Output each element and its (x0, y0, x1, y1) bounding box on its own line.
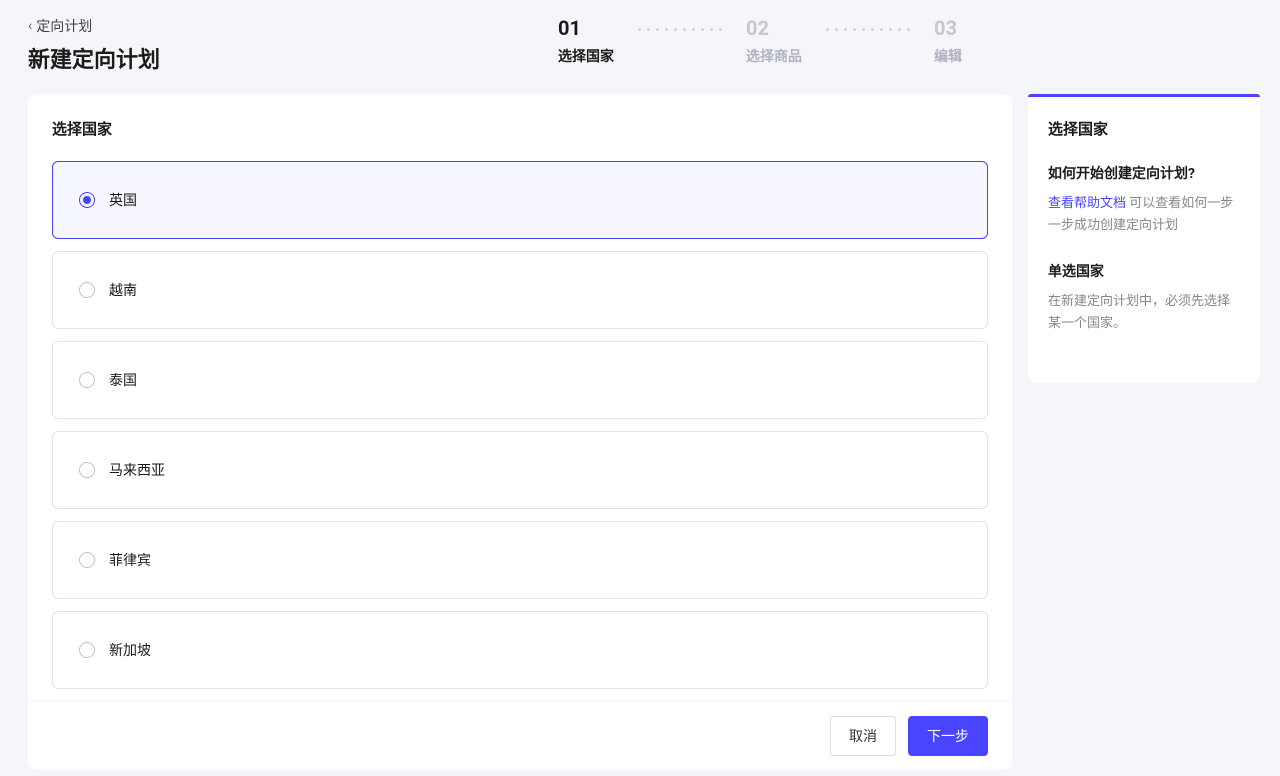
help-heading: 单选国家 (1048, 261, 1240, 281)
country-list: 英国 越南 泰国 马来西亚 菲律宾 新加坡 (52, 161, 988, 689)
help-section: 如何开始创建定向计划? 查看帮助文档 可以查看如何一步一步成功创建定向计划 (1048, 163, 1240, 237)
step-number: 02 (746, 16, 769, 40)
country-label: 英国 (109, 190, 137, 210)
country-label: 越南 (109, 280, 137, 300)
step-1: 01 选择国家 (558, 16, 614, 66)
step-label: 编辑 (934, 46, 962, 66)
page-title: 新建定向计划 (28, 42, 160, 74)
step-3: 03 编辑 (934, 16, 962, 66)
radio-icon (79, 462, 95, 478)
radio-icon (79, 282, 95, 298)
main-panel: 选择国家 英国 越南 泰国 马来西亚 菲律宾 (28, 94, 1012, 770)
breadcrumb-label: 定向计划 (36, 16, 92, 36)
country-label: 泰国 (109, 370, 137, 390)
step-number: 03 (934, 16, 957, 40)
section-title: 选择国家 (52, 118, 988, 139)
help-text: 查看帮助文档 可以查看如何一步一步成功创建定向计划 (1048, 193, 1240, 237)
country-option[interactable]: 马来西亚 (52, 431, 988, 509)
step-label: 选择国家 (558, 46, 614, 66)
help-section: 单选国家 在新建定向计划中，必须先选择某一个国家。 (1048, 261, 1240, 335)
radio-icon (79, 552, 95, 568)
help-title: 选择国家 (1048, 118, 1240, 139)
country-option[interactable]: 菲律宾 (52, 521, 988, 599)
help-panel: 选择国家 如何开始创建定向计划? 查看帮助文档 可以查看如何一步一步成功创建定向… (1028, 94, 1260, 383)
cancel-button[interactable]: 取消 (830, 716, 896, 756)
help-text-body: 在新建定向计划中，必须先选择某一个国家。 (1048, 291, 1240, 335)
step-2: 02 选择商品 (746, 16, 802, 66)
radio-icon (79, 642, 95, 658)
step-separator (802, 16, 934, 31)
country-option[interactable]: 泰国 (52, 341, 988, 419)
help-heading: 如何开始创建定向计划? (1048, 163, 1240, 183)
help-doc-link[interactable]: 查看帮助文档 (1048, 196, 1126, 211)
step-separator (614, 16, 746, 31)
breadcrumb-back[interactable]: ‹ 定向计划 (28, 16, 160, 36)
step-label: 选择商品 (746, 46, 802, 66)
radio-icon (79, 192, 95, 208)
steps-indicator: 01 选择国家 02 选择商品 03 编辑 (558, 16, 1252, 66)
country-option[interactable]: 越南 (52, 251, 988, 329)
country-label: 菲律宾 (109, 550, 151, 570)
chevron-left-icon: ‹ (28, 18, 32, 34)
next-button[interactable]: 下一步 (908, 716, 988, 756)
country-option[interactable]: 英国 (52, 161, 988, 239)
country-option[interactable]: 新加坡 (52, 611, 988, 689)
country-label: 新加坡 (109, 640, 151, 660)
country-label: 马来西亚 (109, 460, 165, 480)
radio-icon (79, 372, 95, 388)
step-number: 01 (558, 16, 581, 40)
footer-actions: 取消 下一步 (28, 702, 1012, 770)
